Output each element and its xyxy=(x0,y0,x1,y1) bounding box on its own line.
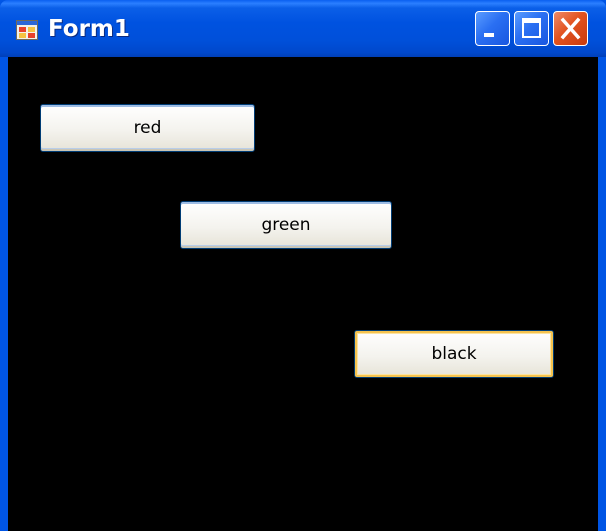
black-button-label: black xyxy=(431,344,477,364)
red-button[interactable]: red xyxy=(40,104,255,152)
form1-window: Form1 red green black xyxy=(0,0,606,531)
title-bar[interactable]: Form1 xyxy=(0,0,606,57)
green-button[interactable]: green xyxy=(180,201,392,249)
form-client-area: red green black xyxy=(8,57,598,531)
close-button[interactable] xyxy=(553,11,588,46)
minimize-button[interactable] xyxy=(475,11,510,46)
green-button-label: green xyxy=(261,215,311,235)
form-app-icon[interactable] xyxy=(16,20,38,40)
window-title: Form1 xyxy=(48,16,130,42)
maximize-icon xyxy=(522,18,541,38)
maximize-button[interactable] xyxy=(514,11,549,46)
red-button-label: red xyxy=(133,118,162,138)
black-button[interactable]: black xyxy=(354,330,554,378)
close-icon xyxy=(560,17,581,40)
minimize-icon xyxy=(484,33,494,37)
